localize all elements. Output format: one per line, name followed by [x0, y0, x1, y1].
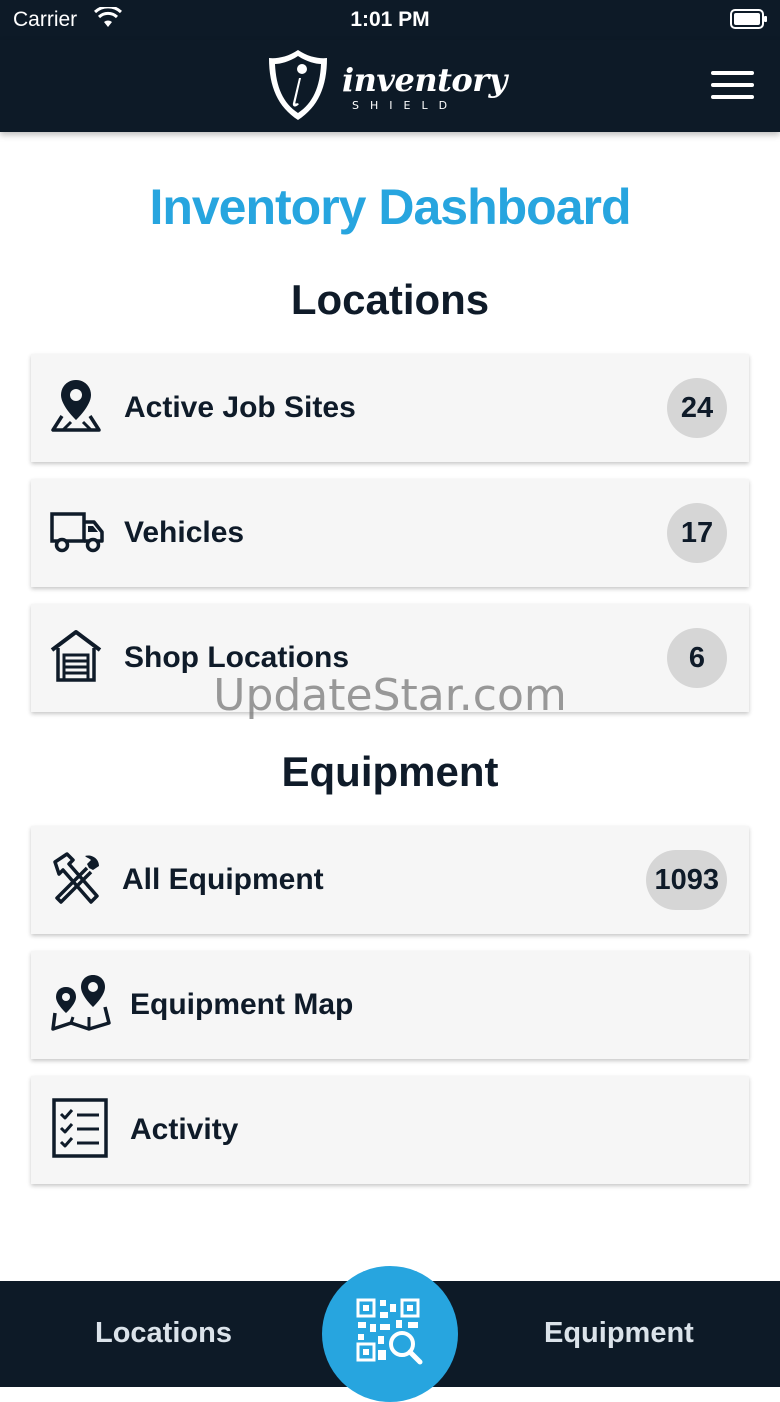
page-title: Inventory Dashboard	[149, 179, 631, 235]
tools-icon	[53, 852, 99, 904]
app-header: inventory SHIELD	[0, 40, 780, 132]
hamburger-menu-icon[interactable]	[711, 71, 754, 101]
activity-card[interactable]: Activity	[31, 1076, 749, 1184]
card-label: All Equipment	[122, 863, 324, 896]
watermark: UpdateStar.com	[213, 670, 567, 721]
status-bar: Carrier 1:01 PM	[0, 0, 780, 40]
checklist-icon	[52, 1098, 108, 1158]
inventory-shield-logo[interactable]: inventory SHIELD	[266, 47, 507, 123]
truck-icon	[50, 512, 104, 553]
card-label: Activity	[130, 1113, 239, 1146]
map-markers-icon	[51, 975, 111, 1031]
qr-scan-button[interactable]	[322, 1266, 458, 1402]
locations-heading: Locations	[290, 276, 490, 323]
vehicles-card[interactable]: Vehicles 17	[31, 479, 749, 587]
active-job-sites-card[interactable]: Active Job Sites 24	[31, 354, 749, 462]
map-pin-icon	[51, 380, 101, 432]
logo-subtitle: SHIELD	[352, 99, 459, 112]
tab-locations[interactable]: Locations	[95, 1281, 232, 1385]
equipment-heading: Equipment	[281, 748, 499, 795]
count-badge: 17	[667, 503, 727, 563]
card-label: Vehicles	[124, 516, 245, 549]
all-equipment-card[interactable]: All Equipment 1093	[31, 826, 749, 934]
count-badge: 24	[667, 378, 727, 438]
shield-logo-icon	[269, 50, 327, 120]
card-label: Active Job Sites	[124, 391, 356, 424]
qr-scan-icon	[356, 1298, 423, 1365]
clock: 1:01 PM	[350, 8, 430, 31]
battery-icon	[730, 9, 767, 29]
tab-equipment[interactable]: Equipment	[544, 1281, 694, 1385]
equipment-map-card[interactable]: Equipment Map	[31, 951, 749, 1059]
count-badge: 1093	[646, 850, 727, 910]
logo-wordmark: inventory	[342, 61, 507, 99]
card-label: Equipment Map	[130, 988, 354, 1021]
